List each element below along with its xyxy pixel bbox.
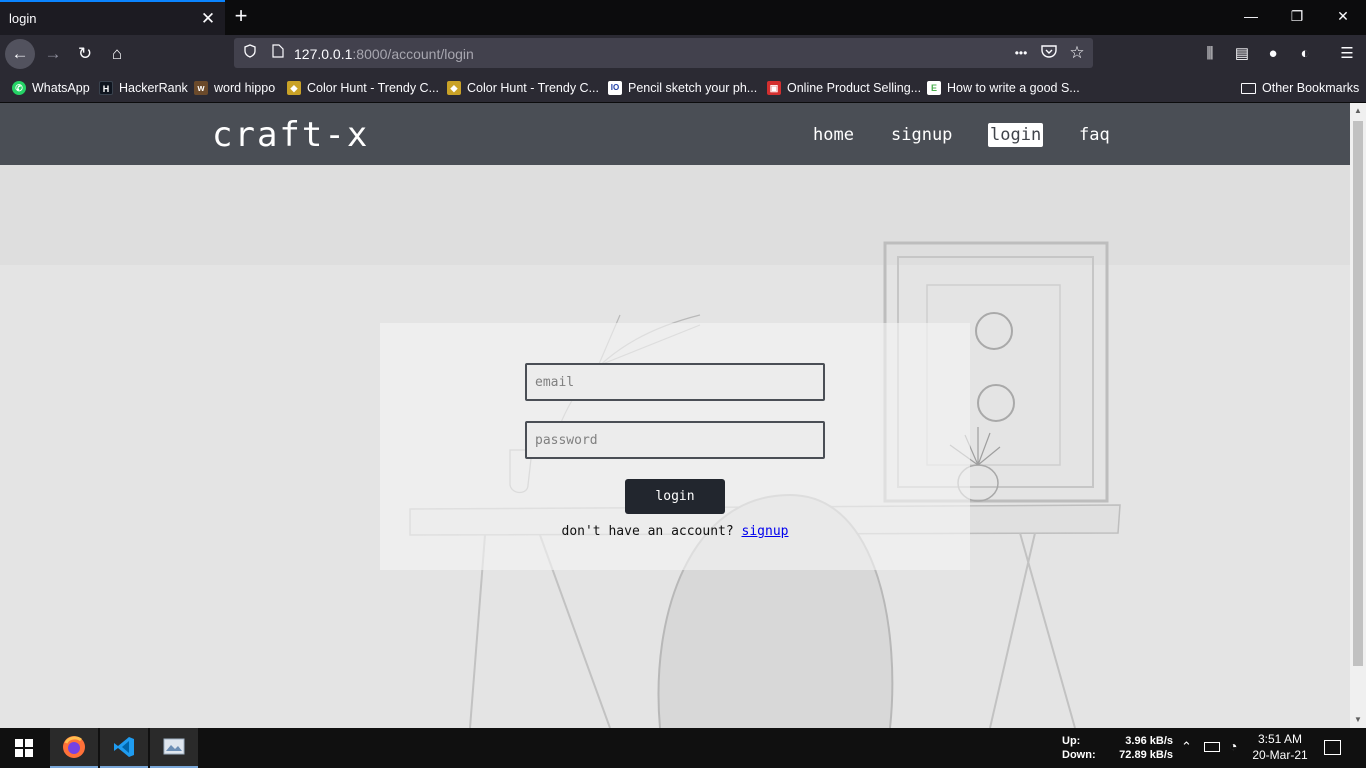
home-button[interactable]: ⌂ [102,39,132,69]
site-header: craft-x home signup login faq [0,103,1350,165]
scroll-down-icon[interactable]: ▼ [1350,712,1366,728]
library-icon[interactable]: ⫼ [1199,43,1221,65]
net-up-speed: 3.96 kB/s [1125,735,1173,747]
url-host: 127.0.0.1 [294,46,353,62]
url-path: :8000/account/login [352,46,474,62]
other-bookmarks-label: Other Bookmarks [1262,81,1360,95]
signup-link[interactable]: signup [742,524,789,539]
vertical-scrollbar[interactable]: ▲ ▼ [1350,103,1366,728]
tab-close-icon[interactable]: ✕ [200,9,216,29]
start-button[interactable] [0,728,48,768]
page-actions-icon[interactable]: ••• [1011,43,1031,63]
reload-button[interactable]: ↻ [70,39,100,69]
nav-link-home[interactable]: home [811,123,856,147]
url-bar[interactable]: 127.0.0.1:8000/account/login ••• ☆ [234,38,1093,68]
pocket-icon[interactable] [1039,43,1059,63]
nav-link-login[interactable]: login [988,123,1044,147]
extension-icon[interactable]: ◐ [1294,43,1316,65]
menu-icon[interactable]: ☰ [1336,43,1358,65]
taskbar-vscode[interactable] [100,728,148,768]
password-field[interactable] [525,421,825,459]
shield-icon[interactable] [240,43,260,63]
photo-viewer-icon [163,738,185,755]
bookmark-item[interactable]: ◆ Color Hunt - Trendy C... [447,80,599,96]
chevron-up-icon[interactable]: ⌃ [1181,739,1192,755]
nav-link-signup[interactable]: signup [889,123,954,147]
vscode-icon [114,737,134,757]
email-field[interactable] [525,363,825,401]
wordhippo-icon: w [194,81,208,95]
forward-button[interactable]: → [38,39,68,69]
bookmark-label: WhatsApp [32,81,90,95]
bookmark-item[interactable]: IO Pencil sketch your ph... [608,80,757,96]
signup-prompt: don't have an account? signup [0,524,1350,539]
taskbar-app[interactable] [150,728,198,768]
bookmark-item[interactable]: ◆ Color Hunt - Trendy C... [287,80,439,96]
account-icon[interactable]: ● [1262,43,1284,65]
bookmark-label: Color Hunt - Trendy C... [307,81,439,95]
firefox-icon [63,736,85,758]
page-viewport: craft-x home signup login faq login don'… [0,103,1350,728]
whatsapp-icon: ✆ [12,81,26,95]
bookmark-label: Online Product Selling... [787,81,922,95]
new-tab-button[interactable]: + [231,3,251,29]
folder-icon [1241,82,1256,94]
bookmark-item[interactable]: ▣ Online Product Selling... [767,80,921,96]
bookmark-label: Pencil sketch your ph... [628,81,758,95]
notification-icon[interactable] [1324,740,1341,755]
tab-title: login [9,11,37,26]
close-window-button[interactable]: ✕ [1320,0,1366,32]
hackerrank-icon: H [99,81,113,95]
windows-icon [15,739,33,757]
taskbar-firefox[interactable] [50,728,98,768]
bookmark-label: HackerRank [119,81,188,95]
signup-prompt-text: don't have an account? [561,524,734,539]
net-up-label: Up: [1062,735,1081,747]
net-down-label: Down: [1062,749,1096,761]
system-clock[interactable]: 3:51 AM 20-Mar-21 [1248,731,1312,763]
tab-strip: login ✕ + — ❐ ✕ [0,0,1366,35]
bookmark-item[interactable]: H HackerRank [99,80,188,96]
exe-icon: E [927,81,941,95]
nav-link-faq[interactable]: faq [1077,123,1112,147]
scroll-thumb[interactable] [1353,121,1363,666]
minimize-button[interactable]: — [1228,0,1274,32]
bookmark-item[interactable]: E How to write a good S... [927,80,1080,96]
login-button[interactable]: login [625,479,725,514]
url-text[interactable]: 127.0.0.1:8000/account/login [294,46,474,62]
io-icon: IO [608,81,622,95]
scroll-up-icon[interactable]: ▲ [1350,103,1366,119]
page-icon[interactable] [268,43,288,63]
bookmark-item[interactable]: ✆ WhatsApp [12,80,90,96]
clock-date: 20-Mar-21 [1252,748,1308,762]
back-button[interactable]: ← [5,39,35,69]
product-icon: ▣ [767,81,781,95]
bookmark-label: Color Hunt - Trendy C... [467,81,599,95]
bookmark-star-icon[interactable]: ☆ [1067,43,1087,63]
other-bookmarks[interactable]: Other Bookmarks [1241,80,1359,96]
wifi-icon[interactable]: ◔ [1229,738,1237,754]
net-down-speed: 72.89 kB/s [1119,749,1173,761]
battery-icon[interactable] [1204,742,1220,752]
active-tab[interactable]: login ✕ [0,0,225,35]
bookmark-item[interactable]: w word hippo [194,80,275,96]
bookmark-label: How to write a good S... [947,81,1080,95]
site-logo[interactable]: craft-x [212,115,369,155]
navigation-toolbar: ← → ↻ ⌂ 127.0.0.1:8000/account/login •••… [0,35,1366,72]
colorhunt-icon: ◆ [447,81,461,95]
sidebar-icon[interactable]: ▤ [1231,43,1253,65]
clock-time: 3:51 AM [1257,732,1303,746]
restore-button[interactable]: ❐ [1274,0,1320,32]
bookmarks-toolbar: ✆ WhatsApp H HackerRank w word hippo ◆ C… [0,72,1366,103]
os-taskbar: Up: Down: 3.96 kB/s 72.89 kB/s ⌃ ◔ 3:51 … [0,728,1366,768]
colorhunt-icon: ◆ [287,81,301,95]
bookmark-label: word hippo [214,81,276,95]
